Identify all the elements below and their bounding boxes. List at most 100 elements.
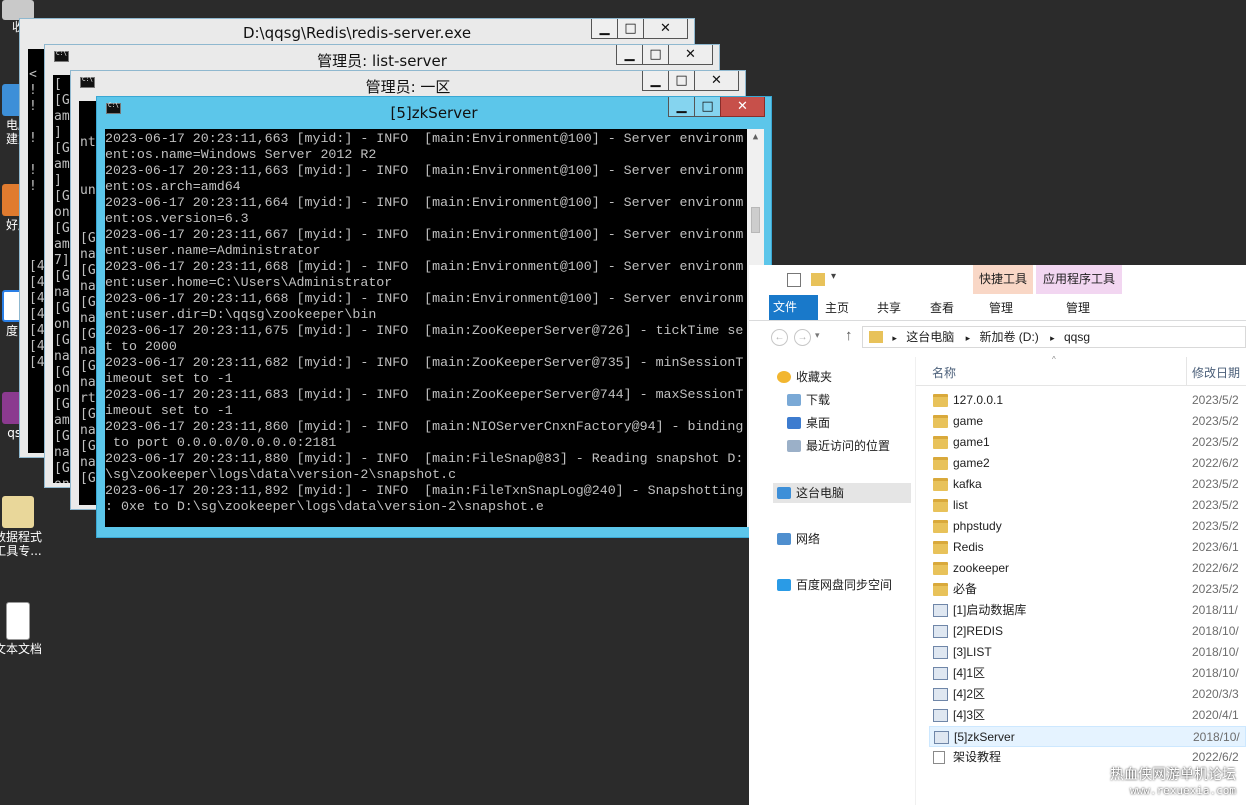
log-line: 2023-06-17 20:23:11,683 [myid:] - INFO [… <box>105 387 743 402</box>
file-row[interactable]: phpstudy 2023/5/2 <box>929 516 1246 537</box>
file-row[interactable]: 127.0.0.1 2023/5/2 <box>929 390 1246 411</box>
nav-favorites[interactable]: 收藏夹 <box>777 367 832 387</box>
file-date: 2018/10/ <box>1192 645 1239 659</box>
desktop-icon-db-tool[interactable]: 数据程式 工具专... <box>0 496 44 558</box>
tab-manage-app[interactable]: 管理 <box>1066 299 1090 316</box>
nav-network[interactable]: 网络 <box>777 529 820 549</box>
folder-icon <box>933 415 948 428</box>
file-row[interactable]: 必备 2023/5/2 <box>929 579 1246 600</box>
log-line: imeout set to -1 <box>105 371 233 386</box>
file-date: 2020/4/1 <box>1192 708 1239 722</box>
minimize-button[interactable]: ▁ <box>616 45 643 65</box>
tab-manage-shortcut[interactable]: 管理 <box>989 299 1013 316</box>
file-name: [2]REDIS <box>953 624 1004 638</box>
close-button[interactable]: ✕ <box>694 71 739 91</box>
nav-recent[interactable]: 最近访问的位置 <box>787 436 890 456</box>
folder-icon <box>933 394 948 407</box>
minimize-button[interactable]: ▁ <box>591 19 618 39</box>
close-button[interactable]: ✕ <box>643 19 688 39</box>
file-name: zookeeper <box>953 561 1010 575</box>
minimize-button[interactable]: ▁ <box>668 97 695 117</box>
file-row[interactable]: [4]1区 2018/10/ <box>929 663 1246 684</box>
desktop-icon-textfile[interactable]: 文本文档 <box>0 602 44 656</box>
log-line: ent:user.dir=D:\qqsg\zookeeper\bin <box>105 307 377 322</box>
address-bar[interactable]: ▸ 这台电脑 ▸ 新加卷 (D:) ▸ qqsg <box>862 326 1246 348</box>
nav-label: 桌面 <box>806 416 831 430</box>
up-arrow-icon[interactable]: ↑ <box>845 327 853 344</box>
file-row[interactable]: game2 2022/6/2 <box>929 453 1246 474</box>
breadcrumb-separator-icon: ▸ <box>1050 333 1055 343</box>
new-folder-icon[interactable] <box>811 273 825 286</box>
file-row[interactable]: kafka 2023/5/2 <box>929 474 1246 495</box>
title-bar[interactable]: 管理员: list-server ▁ □ ✕ <box>45 45 719 71</box>
file-date: 2023/5/2 <box>1192 414 1239 428</box>
column-date[interactable]: 修改日期 <box>1192 364 1240 381</box>
file-row[interactable]: list 2023/5/2 <box>929 495 1246 516</box>
recent-dropdown-icon[interactable]: ▾ <box>815 330 820 341</box>
folder-icon <box>933 541 948 554</box>
tab-share[interactable]: 共享 <box>877 299 901 316</box>
maximize-button[interactable]: □ <box>642 45 669 65</box>
log-line: 2023-06-17 20:23:11,892 [myid:] - INFO [… <box>105 483 743 498</box>
file-row[interactable]: game 2023/5/2 <box>929 411 1246 432</box>
file-explorer-window[interactable]: ▾ 快捷工具 应用程序工具 文件 主页 共享 查看 管理 管理 ← → ▾ ↑ … <box>749 265 1246 805</box>
archive-icon <box>2 496 34 528</box>
baidu-netdisk-icon <box>777 579 791 591</box>
tab-home[interactable]: 主页 <box>825 299 849 316</box>
tab-view[interactable]: 查看 <box>930 299 954 316</box>
back-button[interactable]: ← <box>771 329 788 346</box>
nav-downloads[interactable]: 下载 <box>787 390 830 410</box>
file-date: 2018/10/ <box>1192 666 1239 680</box>
breadcrumb-drive-d[interactable]: 新加卷 (D:) <box>979 330 1038 344</box>
file-row[interactable]: [4]3区 2020/4/1 <box>929 705 1246 726</box>
minimize-button[interactable]: ▁ <box>642 71 669 91</box>
file-row[interactable]: [2]REDIS 2018/10/ <box>929 621 1246 642</box>
nav-this-pc[interactable]: 这台电脑 <box>773 483 911 503</box>
maximize-button[interactable]: □ <box>617 19 644 39</box>
file-row[interactable]: [1]启动数据库 2018/11/ <box>929 600 1246 621</box>
nav-baidu-sync[interactable]: 百度网盘同步空间 <box>777 575 892 595</box>
folder-icon <box>933 436 948 449</box>
desktop-icon-label: 文本文档 <box>0 642 42 656</box>
zkserver-window[interactable]: [5]zkServer ▁ □ ✕ 2023-06-17 20:23:11,66… <box>96 96 772 538</box>
file-date: 2023/6/1 <box>1192 540 1239 554</box>
column-name[interactable]: 名称 <box>932 364 956 381</box>
title-bar[interactable]: D:\qqsg\Redis\redis-server.exe ▁ □ ✕ <box>20 19 694 45</box>
file-row[interactable]: [3]LIST 2018/10/ <box>929 642 1246 663</box>
scroll-up-arrow-icon[interactable]: ▲ <box>747 129 764 146</box>
maximize-button[interactable]: □ <box>668 71 695 91</box>
qat-dropdown-icon[interactable]: ▾ <box>831 271 836 282</box>
context-tab-app-tools[interactable]: 应用程序工具 <box>1036 265 1122 294</box>
close-button[interactable]: ✕ <box>668 45 713 65</box>
recycle-bin-icon <box>2 0 34 20</box>
file-name: [3]LIST <box>953 645 992 659</box>
log-line: 2023-06-17 20:23:11,880 [myid:] - INFO [… <box>105 451 743 466</box>
file-row[interactable]: [4]2区 2020/3/3 <box>929 684 1246 705</box>
log-line: 2023-06-17 20:23:11,675 [myid:] - INFO [… <box>105 323 743 338</box>
breadcrumb-qqsg[interactable]: qqsg <box>1064 330 1090 344</box>
file-row[interactable]: game1 2023/5/2 <box>929 432 1246 453</box>
log-line: t to 2000 <box>105 339 177 354</box>
watermark: 热血侠网游单机论坛 www.rexuexia.com <box>1110 764 1236 797</box>
file-date: 2023/5/2 <box>1192 393 1239 407</box>
title-bar[interactable]: [5]zkServer ▁ □ ✕ <box>97 97 771 123</box>
properties-icon[interactable] <box>787 273 801 287</box>
nav-desktop[interactable]: 桌面 <box>787 413 830 433</box>
tab-file[interactable]: 文件 <box>769 295 818 320</box>
nav-label: 收藏夹 <box>796 370 833 384</box>
forward-button[interactable]: → <box>794 329 811 346</box>
file-row[interactable]: [5]zkServer 2018/10/ <box>929 726 1246 747</box>
log-line: 2023-06-17 20:23:11,668 [myid:] - INFO [… <box>105 259 743 274</box>
maximize-button[interactable]: □ <box>694 97 721 117</box>
console-area[interactable]: 2023-06-17 20:23:11,663 [myid:] - INFO [… <box>105 129 764 527</box>
breadcrumb-this-pc[interactable]: 这台电脑 <box>906 330 954 344</box>
close-button[interactable]: ✕ <box>720 97 765 117</box>
log-line: 2023-06-17 20:23:11,664 [myid:] - INFO [… <box>105 195 743 210</box>
scroll-thumb[interactable] <box>751 207 760 233</box>
title-bar[interactable]: 管理员: 一区 ▁ □ ✕ <box>71 71 745 97</box>
log-line: 2023-06-17 20:23:11,667 [myid:] - INFO [… <box>105 227 743 242</box>
batch-file-icon <box>933 709 948 722</box>
file-row[interactable]: zookeeper 2022/6/2 <box>929 558 1246 579</box>
context-tab-shortcut-tools[interactable]: 快捷工具 <box>973 265 1033 294</box>
file-row[interactable]: Redis 2023/6/1 <box>929 537 1246 558</box>
